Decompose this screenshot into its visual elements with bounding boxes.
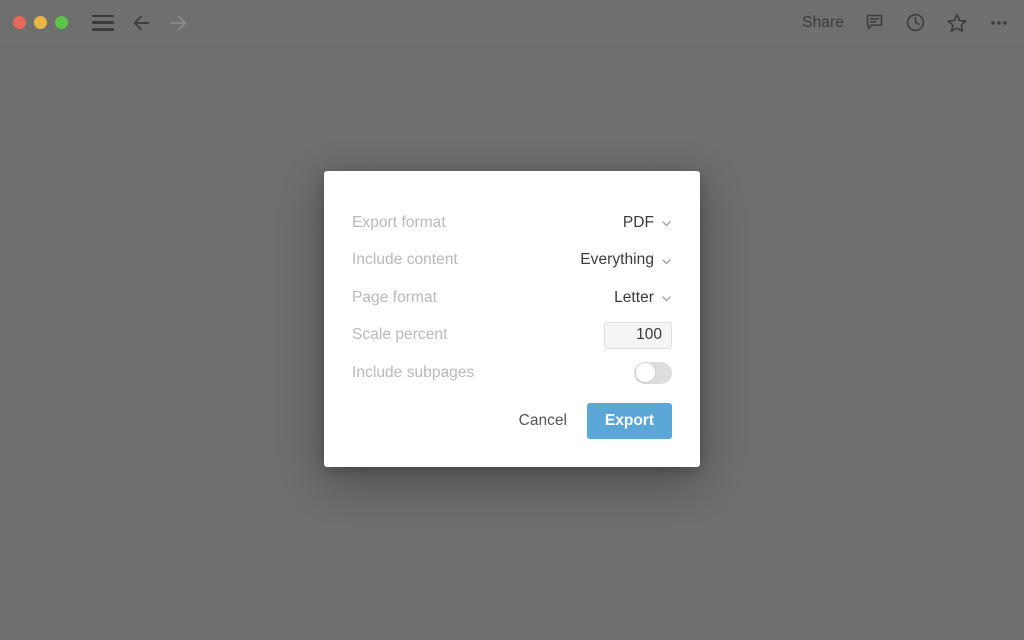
- cancel-button[interactable]: Cancel: [517, 406, 569, 436]
- row-include-subpages: Include subpages: [352, 354, 672, 392]
- row-page-format: Page format Letter: [352, 279, 672, 317]
- row-scale-percent: Scale percent: [352, 317, 672, 355]
- titlebar: Share: [0, 0, 1024, 45]
- select-include-content[interactable]: Everything: [580, 251, 672, 269]
- label-scale-percent: Scale percent: [352, 326, 448, 344]
- row-include-content: Include content Everything: [352, 242, 672, 280]
- include-subpages-toggle[interactable]: [634, 361, 672, 384]
- label-include-subpages: Include subpages: [352, 363, 475, 381]
- ellipsis-icon[interactable]: [988, 12, 1010, 34]
- arrow-left-icon[interactable]: [130, 12, 152, 34]
- select-export-format[interactable]: PDF: [623, 214, 672, 232]
- label-page-format: Page format: [352, 288, 437, 306]
- row-export-format: Export format PDF: [352, 204, 672, 242]
- select-page-format[interactable]: Letter: [614, 289, 672, 307]
- export-button[interactable]: Export: [586, 403, 672, 439]
- label-include-content: Include content: [352, 251, 458, 269]
- maximize-window-button[interactable]: [55, 16, 68, 29]
- clock-icon[interactable]: [905, 12, 926, 33]
- chevron-down-icon: [662, 259, 671, 264]
- arrow-right-icon[interactable]: [168, 12, 190, 34]
- share-button[interactable]: Share: [802, 14, 844, 32]
- app-window: Share Export format PDF Include content …: [0, 0, 1024, 640]
- hamburger-menu-icon[interactable]: [92, 14, 114, 31]
- dialog-actions: Cancel Export: [517, 403, 672, 439]
- titlebar-actions: Share: [802, 0, 1010, 45]
- chevron-down-icon: [662, 296, 671, 302]
- star-icon[interactable]: [946, 12, 968, 34]
- toggle-knob: [635, 363, 655, 383]
- value-export-format: PDF: [622, 213, 654, 231]
- value-include-content: Everything: [580, 251, 654, 269]
- scale-percent-input[interactable]: [604, 321, 672, 349]
- minimize-window-button[interactable]: [34, 16, 47, 29]
- navigation-controls: [92, 12, 190, 34]
- chevron-down-icon: [662, 221, 671, 227]
- close-window-button[interactable]: [13, 16, 26, 29]
- comment-bubble-icon[interactable]: [864, 12, 885, 33]
- label-export-format: Export format: [352, 213, 446, 231]
- traffic-lights: [13, 16, 68, 29]
- export-options-list: Export format PDF Include content Everyt…: [352, 204, 672, 392]
- export-dialog: Export format PDF Include content Everyt…: [324, 171, 700, 467]
- value-page-format: Letter: [614, 288, 654, 306]
